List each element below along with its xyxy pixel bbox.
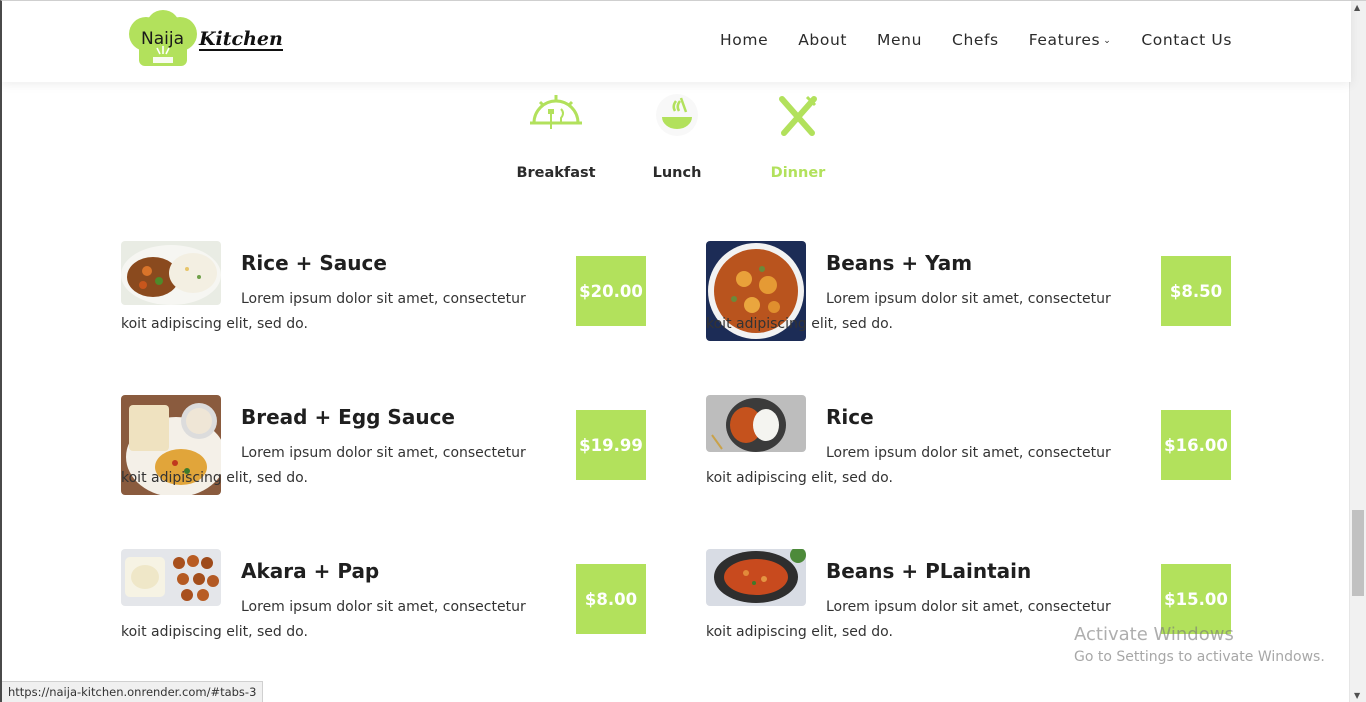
menu-item-rice-sauce: Rice + Sauce Lorem ipsum dolor sit amet,… [121, 241, 648, 351]
item-description: Lorem ipsum dolor sit amet, consectetur … [706, 599, 1111, 640]
item-description: Lorem ipsum dolor sit amet, consectetur … [121, 599, 526, 640]
activate-windows-subtitle: Go to Settings to activate Windows. [1074, 649, 1325, 665]
activate-windows-title: Activate Windows [1074, 624, 1234, 645]
item-description: Lorem ipsum dolor sit amet, consectetur … [121, 291, 526, 332]
nav-menu-label: Menu [877, 31, 923, 49]
logo-word-kitchen: Kitchen [199, 28, 283, 51]
menu-item-bread-egg-sauce: Bread + Egg Sauce Lorem ipsum dolor sit … [121, 395, 648, 505]
tab-lunch[interactable]: Lunch [622, 93, 732, 181]
item-description: Lorem ipsum dolor sit amet, consectetur … [706, 291, 1111, 332]
tab-dinner[interactable]: Dinner [743, 93, 853, 181]
scroll-up-arrow-icon[interactable]: ▲ [1354, 3, 1360, 12]
site-header: Naija Kitchen Home About Menu Chefs Feat… [2, 1, 1351, 82]
menu-item-beans-yam: Beans + Yam Lorem ipsum dolor sit amet, … [706, 241, 1233, 351]
logo-word-naija: Naija [141, 29, 184, 49]
browser-viewport: Naija Kitchen Home About Menu Chefs Feat… [0, 0, 1366, 702]
fork-knife-icon [779, 95, 817, 136]
scroll-down-arrow-icon[interactable]: ▼ [1354, 691, 1360, 700]
item-title: Rice + Sauce [241, 251, 387, 275]
price-badge: $16.00 [1161, 410, 1231, 480]
page-scrollbar[interactable]: ▲ ▼ [1349, 1, 1366, 702]
sunrise-dish-icon [530, 95, 582, 129]
item-title: Bread + Egg Sauce [241, 405, 455, 429]
nav-menu[interactable]: Menu [877, 31, 922, 49]
price-badge: $20.00 [576, 256, 646, 326]
item-title: Beans + Yam [826, 251, 973, 275]
main-nav: Home About Menu Chefs Features ⌄ Contact … [690, 31, 1232, 49]
site-logo[interactable]: Naija Kitchen [127, 10, 287, 68]
nav-home-label: Home [720, 31, 769, 49]
tab-breakfast-label: Breakfast [516, 165, 596, 181]
nav-contact-us[interactable]: Contact Us [1141, 31, 1232, 49]
nav-features-label: Features [1028, 31, 1101, 49]
price-badge: $19.99 [576, 410, 646, 480]
item-description: Lorem ipsum dolor sit amet, consectetur … [121, 445, 526, 486]
item-title: Beans + PLaintain [826, 559, 1032, 583]
nav-home[interactable]: Home [720, 31, 768, 49]
status-bar-url: https://naija-kitchen.onrender.com/#tabs… [2, 681, 264, 702]
nav-chefs[interactable]: Chefs [952, 31, 999, 49]
tab-breakfast[interactable]: Breakfast [501, 93, 611, 181]
item-title: Rice [826, 405, 874, 429]
nav-contact-us-label: Contact Us [1141, 31, 1232, 49]
tab-dinner-label: Dinner [770, 165, 826, 181]
chevron-down-icon: ⌄ [1103, 36, 1112, 46]
tab-lunch-label: Lunch [652, 165, 702, 181]
nav-about-label: About [798, 31, 848, 49]
price-badge: $8.50 [1161, 256, 1231, 326]
nav-about[interactable]: About [798, 31, 847, 49]
nav-features[interactable]: Features ⌄ [1029, 31, 1112, 49]
scrollbar-thumb[interactable] [1352, 510, 1364, 596]
menu-item-rice: Rice Lorem ipsum dolor sit amet, consect… [706, 395, 1233, 505]
item-description: Lorem ipsum dolor sit amet, consectetur … [706, 445, 1111, 486]
item-title: Akara + Pap [241, 559, 380, 583]
bowl-icon [656, 94, 698, 136]
menu-item-akara-pap: Akara + Pap Lorem ipsum dolor sit amet, … [121, 549, 648, 659]
nav-chefs-label: Chefs [952, 31, 999, 49]
price-badge: $8.00 [576, 564, 646, 634]
